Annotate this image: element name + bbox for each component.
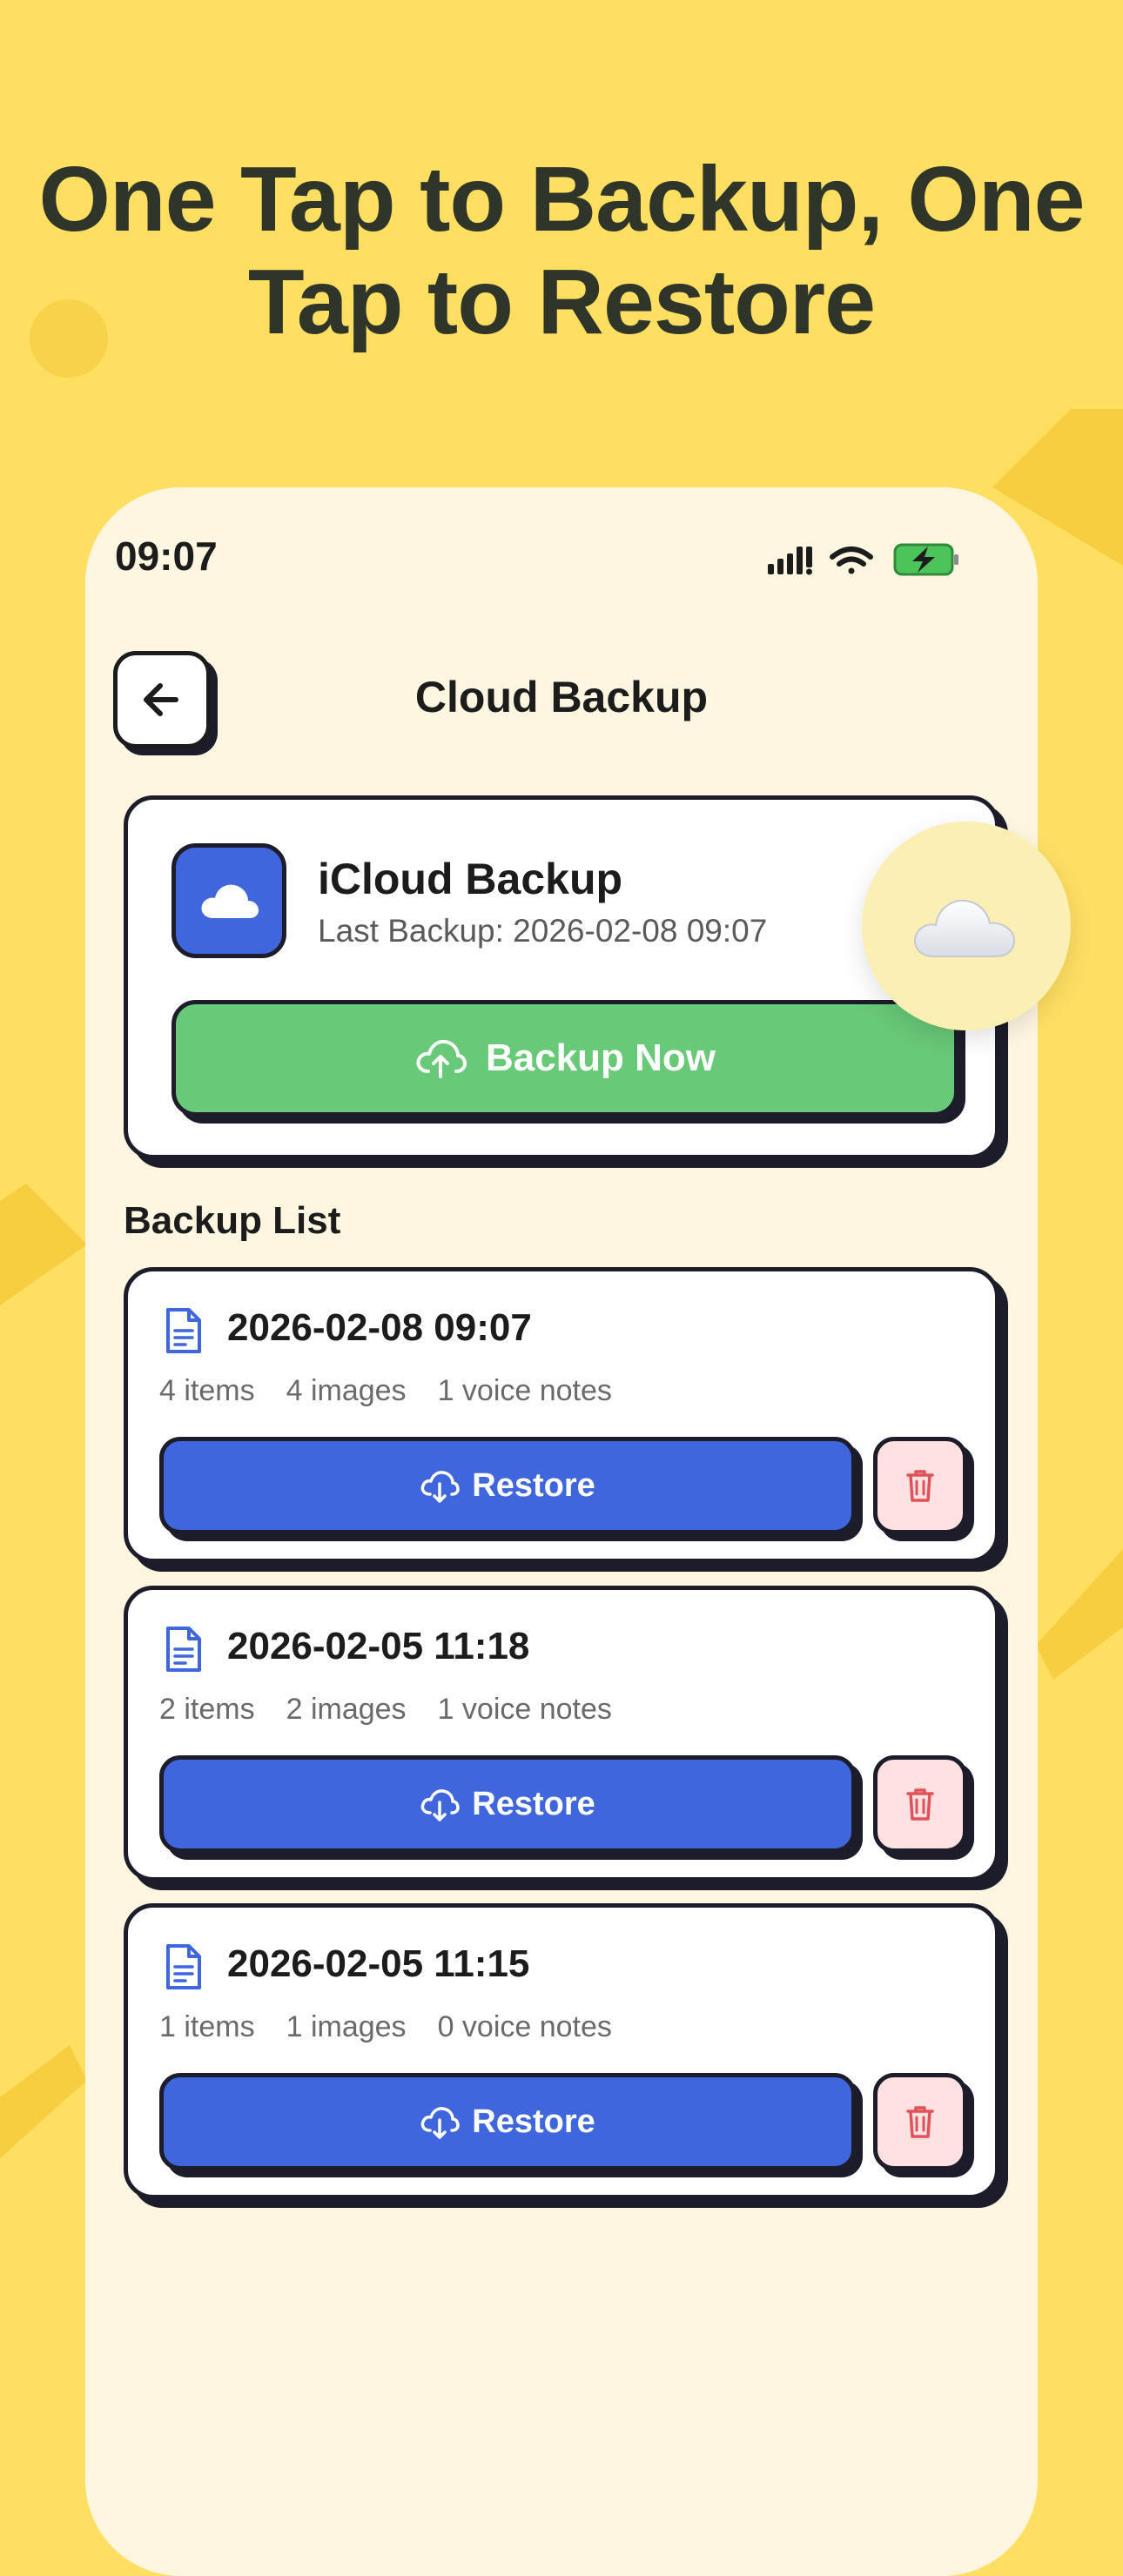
restore-label: Restore (472, 1785, 595, 1822)
backup-list-title: Backup List (124, 1199, 341, 1242)
icloud-backup-card: iCloud Backup Last Backup: 2026-02-08 09… (124, 795, 999, 1159)
status-icons (768, 543, 958, 576)
items-count: 4 items (159, 1374, 255, 1407)
trash-icon (906, 1788, 934, 1821)
backup-now-button[interactable]: Backup Now (171, 1000, 958, 1117)
cloud-illustration-icon (914, 899, 1016, 957)
icloud-backup-title: iCloud Backup (318, 855, 623, 903)
backup-item-card: 2026-02-05 11:15 1 items 1 images 0 voic… (124, 1903, 999, 2199)
restore-label: Restore (472, 2103, 595, 2140)
hero-title-line-2: Tap to Restore (247, 251, 876, 353)
delete-button[interactable] (873, 1755, 967, 1853)
restore-button[interactable]: Restore (159, 2073, 856, 2170)
cloud-download-icon (420, 1789, 460, 1821)
backup-stats: 2 items 2 images 1 voice notes (159, 1693, 612, 1727)
decor-triangle-right (1036, 1549, 1123, 1680)
voice-notes-count: 0 voice notes (437, 2010, 612, 2043)
wifi-icon (830, 547, 873, 574)
status-time: 09:07 (115, 533, 218, 579)
icloud-app-icon (171, 843, 286, 958)
cloud-emoji-bubble (862, 822, 1071, 1030)
trash-icon (906, 2106, 934, 2138)
document-icon (166, 1627, 201, 1672)
decor-triangle-left (0, 1184, 87, 1305)
battery-charging-icon (893, 543, 958, 576)
backup-date: 2026-02-05 11:15 (227, 1942, 530, 1985)
backup-date: 2026-02-08 09:07 (227, 1306, 532, 1349)
cloud-download-icon (420, 2107, 460, 2139)
backup-item-card: 2026-02-05 11:18 2 items 2 images 1 voic… (124, 1586, 999, 1882)
document-icon (166, 1308, 201, 1353)
backup-item-card: 2026-02-08 09:07 4 items 4 images 1 voic… (124, 1267, 999, 1563)
decor-bar-left (0, 2045, 87, 2158)
backup-stats: 1 items 1 images 0 voice notes (159, 2010, 612, 2044)
delete-button[interactable] (873, 2073, 967, 2170)
signal-icon (768, 547, 812, 575)
cloud-icon (201, 884, 259, 918)
items-count: 1 items (159, 2010, 255, 2043)
delete-button[interactable] (873, 1437, 967, 1534)
last-backup-text: Last Backup: 2026-02-08 09:07 (318, 913, 768, 949)
hero-title-line-1: One Tap to Backup, One (38, 148, 1085, 251)
hero-title: One Tap to Backup, One Tap to Restore (0, 148, 1123, 353)
items-count: 2 items (159, 1693, 255, 1726)
images-count: 1 images (286, 2010, 407, 2043)
backup-now-label: Backup Now (485, 1036, 716, 1079)
backup-date: 2026-02-05 11:18 (227, 1625, 530, 1667)
trash-icon (906, 1470, 934, 1502)
cloud-upload-icon (416, 1039, 467, 1078)
document-icon (166, 1944, 201, 1989)
voice-notes-count: 1 voice notes (437, 1374, 612, 1407)
images-count: 4 images (286, 1374, 407, 1407)
voice-notes-count: 1 voice notes (437, 1693, 612, 1726)
page-title: Cloud Backup (414, 673, 709, 721)
restore-button[interactable]: Restore (159, 1755, 856, 1853)
cloud-download-icon (420, 1471, 460, 1503)
restore-label: Restore (472, 1466, 595, 1504)
backup-stats: 4 items 4 images 1 voice notes (159, 1374, 612, 1408)
images-count: 2 images (286, 1693, 407, 1726)
restore-button[interactable]: Restore (159, 1437, 856, 1534)
